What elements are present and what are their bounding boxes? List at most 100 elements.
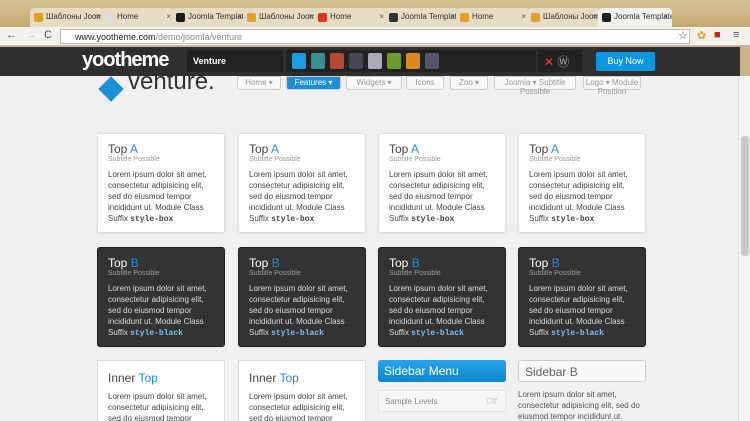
card-body: Lorem ipsum dolor sit amet, consectetur …: [108, 169, 214, 225]
tab[interactable]: Joomla Templates ×: [598, 8, 672, 27]
card-title-accent: A: [551, 142, 560, 156]
card-title-text: Top: [529, 256, 549, 270]
card-class-suffix: style-black: [411, 329, 464, 338]
tab[interactable]: Home ×: [456, 8, 530, 27]
card-title: Top B: [249, 256, 355, 270]
module-card-style-box: Top A Subtitle Possible Lorem ipsum dolor …: [518, 133, 646, 233]
tab-favicon-icon: [247, 13, 256, 22]
card-title-text: Top: [249, 256, 269, 270]
card-title-accent: A: [130, 142, 139, 156]
inner-title: Inner Top: [249, 371, 355, 385]
theme-select[interactable]: Venture: [187, 50, 283, 72]
cms-switch[interactable]: ✕ Ⓦ: [538, 50, 582, 72]
joomla-icon[interactable]: ✕: [544, 55, 554, 69]
color-swatch[interactable]: [368, 53, 382, 69]
card-title-accent: A: [411, 142, 420, 156]
tab[interactable]: Home ×: [101, 8, 175, 27]
url-host: www.yootheme.com: [75, 32, 156, 42]
card-subtitle: Subtitle Possible: [529, 270, 581, 277]
card-body: Lorem ipsum dolor sit amet, consectetur …: [249, 169, 355, 225]
tab[interactable]: Шаблоны Joomla ×: [527, 8, 601, 27]
buy-now-button[interactable]: Buy Now: [596, 52, 655, 71]
close-tab-icon[interactable]: ×: [521, 12, 526, 21]
color-swatch[interactable]: [349, 53, 363, 69]
inner-title-text: Inner: [249, 371, 277, 385]
card-subtitle: Subtitle Possible: [389, 270, 441, 277]
card-body: Lorem ipsum dolor sit amet, consectetur …: [389, 169, 495, 225]
card-title: Top B: [389, 256, 495, 270]
menu-icon[interactable]: ≡: [733, 29, 739, 41]
module-card-style-black: Top B Subtitle Possible Lorem ipsum dolor …: [518, 247, 646, 347]
tab[interactable]: Home ×: [314, 8, 388, 27]
close-tab-icon[interactable]: ×: [166, 12, 171, 21]
nav-menu-item[interactable]: Features ▾: [286, 76, 341, 90]
card-title-accent: A: [271, 142, 280, 156]
card-body: Lorem ipsum dolor sit amet, consectetur …: [389, 283, 495, 339]
forward-icon[interactable]: →: [26, 29, 37, 41]
inner-top-module: Inner Top Lorem ipsum dolor sit amet, con…: [238, 360, 366, 421]
tab[interactable]: Шаблоны Joomla ×: [30, 8, 104, 27]
extension-icon[interactable]: ✿: [697, 29, 706, 42]
tab-label: Home: [117, 12, 139, 21]
toggle-off[interactable]: Off: [486, 397, 497, 406]
tab[interactable]: Joomla Templates ×: [172, 8, 246, 27]
tab-favicon-icon: [602, 13, 611, 22]
inner-body: Lorem ipsum dolor sit amet, consectetur …: [249, 392, 348, 421]
tab[interactable]: Joomla Templates ×: [385, 8, 459, 27]
color-swatch[interactable]: [292, 53, 306, 69]
close-tab-icon[interactable]: ×: [450, 12, 455, 21]
sidebar-menu-item[interactable]: Sample Levels Off: [378, 390, 506, 412]
card-body: Lorem ipsum dolor sit amet, consectetur …: [529, 169, 635, 225]
card-subtitle: Subtitle Possible: [249, 270, 301, 277]
card-title-text: Top: [108, 142, 128, 156]
color-swatches: [286, 50, 536, 72]
tab-favicon-icon: [389, 13, 398, 22]
color-swatch[interactable]: [387, 53, 401, 69]
card-subtitle: Subtitle Possible: [249, 156, 301, 163]
card-body: Lorem ipsum dolor sit amet, consectetur …: [249, 283, 355, 339]
nav-menu-item[interactable]: Joomla ▾ Subtitle Possible: [494, 76, 576, 96]
color-swatch[interactable]: [311, 53, 325, 69]
venture-logo-icon: [98, 76, 124, 102]
card-title: Top A: [108, 142, 214, 156]
url-input[interactable]: www.yootheme.com/demo/joomla/venture: [60, 29, 690, 44]
reload-icon[interactable]: C: [44, 29, 52, 41]
close-tab-icon[interactable]: ×: [379, 12, 384, 21]
wordpress-icon[interactable]: Ⓦ: [557, 55, 569, 69]
card-body: Lorem ipsum dolor sit amet, consectetur …: [529, 283, 635, 339]
tab-favicon-icon: [318, 13, 327, 22]
nav-menu-item[interactable]: Zoo ▾: [450, 76, 488, 90]
bookmark-star-icon[interactable]: ☆: [678, 29, 688, 42]
tab[interactable]: Шаблоны Joomla ×: [243, 8, 317, 27]
module-card-style-black: Top B Subtitle Possible Lorem ipsum dolor …: [238, 247, 366, 347]
back-icon[interactable]: ←: [6, 29, 17, 41]
card-class-suffix: style-box: [411, 215, 455, 224]
scrollbar[interactable]: [738, 76, 750, 421]
nav-menu-item[interactable]: Icons: [406, 76, 444, 90]
card-title-text: Top: [389, 256, 409, 270]
close-tab-icon[interactable]: ×: [95, 12, 100, 21]
card-title: Top A: [249, 142, 355, 156]
card-subtitle: Subtitle Possible: [389, 156, 441, 163]
tab-favicon-icon: [176, 13, 185, 22]
close-tab-icon[interactable]: ×: [237, 12, 242, 21]
tab-label: Home: [330, 12, 352, 21]
card-title-text: Top: [529, 142, 549, 156]
extension-red-icon[interactable]: ■: [714, 29, 721, 41]
color-swatch[interactable]: [425, 53, 439, 69]
close-tab-icon[interactable]: ×: [592, 12, 597, 21]
color-swatch[interactable]: [330, 53, 344, 69]
nav-menu-item[interactable]: Logo ▾ Module Position: [583, 76, 641, 96]
card-subtitle: Subtitle Possible: [529, 156, 581, 163]
close-tab-icon[interactable]: ×: [663, 12, 668, 21]
nav-menu-item[interactable]: Widgets ▾: [346, 76, 402, 90]
card-title-text: Top: [249, 142, 269, 156]
site-brand: venture.: [128, 76, 215, 95]
sidebar-b-header: Sidebar B: [518, 360, 646, 382]
sidebar-menu-header: Sidebar Menu: [378, 360, 506, 382]
card-body: Lorem ipsum dolor sit amet, consectetur …: [108, 283, 214, 339]
nav-menu-item[interactable]: Home ▾: [237, 76, 281, 90]
close-tab-icon[interactable]: ×: [308, 12, 313, 21]
color-swatch[interactable]: [406, 53, 420, 69]
scrollbar-thumb[interactable]: [741, 136, 749, 256]
